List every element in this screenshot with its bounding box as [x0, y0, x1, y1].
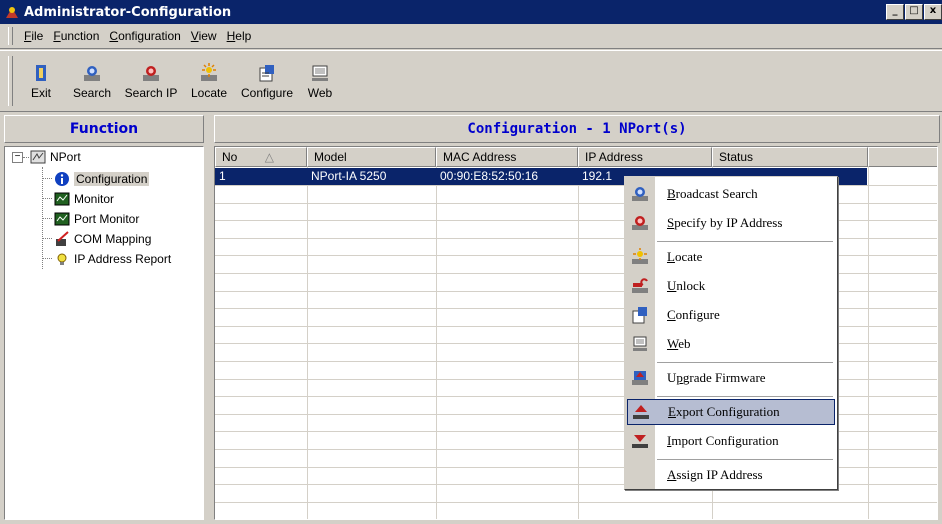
locate-button[interactable]: Locate [184, 56, 234, 106]
column-header-no[interactable]: No △ [215, 147, 307, 167]
menu-help[interactable]: Help [222, 29, 257, 43]
minimize-button[interactable]: _ [886, 4, 904, 20]
web-icon [627, 333, 653, 355]
upgrade-firmware-icon [627, 367, 653, 389]
assign-ip-icon [627, 464, 653, 486]
column-header-status[interactable]: Status [712, 147, 868, 167]
menu-item-web[interactable]: Web [627, 331, 835, 357]
lightbulb-icon [53, 250, 71, 268]
toolbar: Exit Search Search IP Locate Configure W… [0, 50, 942, 112]
toolbar-grip[interactable] [8, 56, 13, 106]
unlock-icon [627, 275, 653, 297]
context-menu: Broadcast Search Specify by IP Address L… [624, 176, 838, 490]
tree-item-ip-address-report[interactable]: IP Address Report [53, 249, 171, 269]
configuration-panel-title: Configuration - 1 NPort(s) [214, 115, 940, 143]
port-monitor-icon [53, 210, 71, 228]
tree-item-configuration[interactable]: Configuration [53, 169, 150, 189]
broadcast-search-icon [627, 183, 653, 205]
sort-ascending-icon: △ [264, 150, 274, 164]
import-configuration-icon [627, 430, 653, 452]
menu-bar: File Function Configuration View Help [0, 24, 942, 49]
menu-item-configure[interactable]: Configure [627, 302, 835, 328]
menu-item-assign-ip-address[interactable]: Assign IP Address [627, 462, 835, 488]
menu-item-export-configuration[interactable]: Export Configuration [627, 399, 835, 425]
exit-button[interactable]: Exit [18, 56, 64, 106]
web-button[interactable]: Web [300, 56, 340, 106]
configure-button[interactable]: Configure [236, 56, 298, 106]
web-icon [309, 62, 331, 84]
search-ip-button[interactable]: Search IP [120, 56, 182, 106]
export-configuration-icon [628, 401, 654, 423]
window-title: Administrator-Configuration [24, 4, 232, 20]
menu-file[interactable]: File [19, 29, 48, 43]
tree-collapse-toggle[interactable]: − [12, 152, 23, 163]
locate-icon [198, 62, 220, 84]
search-icon [81, 62, 103, 84]
configure-icon [627, 304, 653, 326]
cell-model: NPort-IA 5250 [311, 169, 387, 183]
cell-no: 1 [219, 169, 226, 183]
app-icon [4, 4, 20, 20]
tree-item-port-monitor[interactable]: Port Monitor [53, 209, 139, 229]
column-header-mac-address[interactable]: MAC Address [436, 147, 578, 167]
menu-item-broadcast-search[interactable]: Broadcast Search [627, 181, 835, 207]
tree-item-com-mapping[interactable]: COM Mapping [53, 229, 151, 249]
menu-configuration[interactable]: Configuration [104, 29, 185, 43]
menu-item-specify-by-ip-address[interactable]: Specify by IP Address [627, 210, 835, 236]
menu-item-upgrade-firmware[interactable]: Upgrade Firmware [627, 365, 835, 391]
com-mapping-icon [53, 230, 71, 248]
title-bar: Administrator-Configuration _ □ x [0, 0, 942, 24]
tree-item-nport[interactable]: NPort [29, 147, 81, 167]
maximize-button[interactable]: □ [905, 4, 923, 20]
column-header-model[interactable]: Model [307, 147, 436, 167]
column-header-ip-address[interactable]: IP Address [578, 147, 712, 167]
function-panel-title: Function [4, 115, 204, 143]
tree-item-monitor[interactable]: Monitor [53, 189, 114, 209]
exit-icon [30, 62, 52, 84]
menu-function[interactable]: Function [48, 29, 104, 43]
menu-item-import-configuration[interactable]: Import Configuration [627, 428, 835, 454]
configure-icon [256, 62, 278, 84]
locate-icon [627, 246, 653, 268]
cell-mac-address: 00:90:E8:52:50:16 [440, 169, 539, 183]
menu-item-unlock[interactable]: Unlock [627, 273, 835, 299]
nport-icon [29, 148, 47, 166]
menu-grip[interactable] [8, 27, 13, 45]
search-ip-icon [140, 62, 162, 84]
column-header-blank [868, 147, 937, 167]
close-button[interactable]: x [924, 4, 942, 20]
menu-view[interactable]: View [186, 29, 222, 43]
panel-splitter[interactable] [204, 115, 212, 524]
menu-item-locate[interactable]: Locate [627, 244, 835, 270]
info-icon [53, 170, 71, 188]
monitor-icon [53, 190, 71, 208]
search-button[interactable]: Search [66, 56, 118, 106]
specify-ip-icon [627, 212, 653, 234]
function-tree: − NPort Configuration Monitor Port Monit… [4, 146, 204, 520]
